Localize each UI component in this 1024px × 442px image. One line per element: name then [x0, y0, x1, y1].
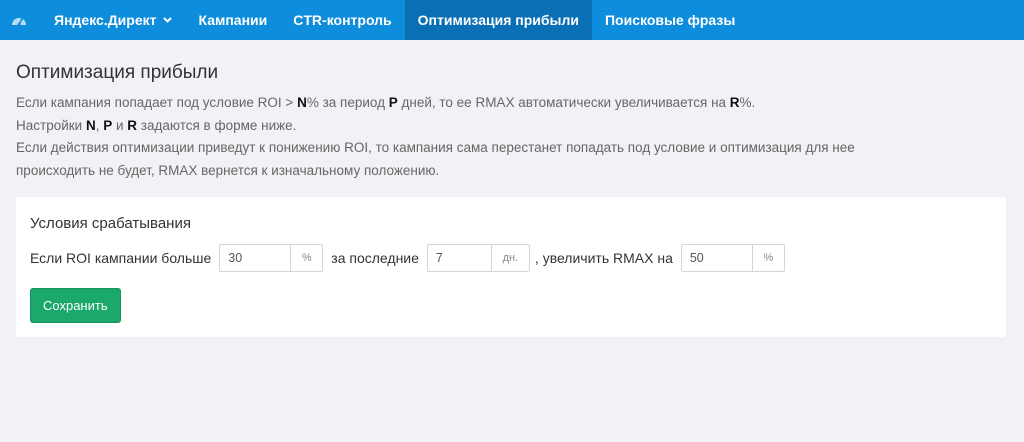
increase-input-group: %	[680, 244, 785, 272]
nav-item-ctr-control[interactable]: CTR-контроль	[280, 0, 404, 40]
roi-unit-addon: %	[290, 245, 323, 271]
chevron-down-icon	[163, 17, 173, 23]
nav-item-search-phrases[interactable]: Поисковые фразы	[592, 0, 748, 40]
nav-item-yandex-direct[interactable]: Яндекс.Директ	[38, 0, 185, 40]
nav-item-campaigns[interactable]: Кампании	[185, 0, 280, 40]
condition-row: Если ROI кампании больше % за последние …	[30, 244, 992, 272]
description-line: происходить не будет, RMAX вернется к из…	[16, 162, 440, 178]
description-line: Если кампания попадает под условие ROI >…	[16, 95, 756, 110]
period-input-group: дн.	[426, 244, 530, 272]
nav-item-label: Кампании	[198, 12, 268, 28]
description-line: Если действия оптимизации приведут к пон…	[16, 140, 855, 155]
nav-item-label: Оптимизация прибыли	[417, 12, 579, 28]
roi-label: Если ROI кампании больше	[30, 250, 212, 266]
nav-item-label: CTR-контроль	[293, 12, 392, 28]
main-content: Оптимизация прибыли Если кампания попада…	[0, 40, 1024, 337]
page-description: Если кампания попадает под условие ROI >…	[16, 92, 1008, 182]
roi-threshold-input[interactable]	[220, 245, 291, 271]
nav-item-label: Поисковые фразы	[604, 12, 736, 28]
period-label: за последние	[331, 250, 419, 266]
roi-input-group: %	[219, 244, 324, 272]
nav-item-label: Яндекс.Директ	[54, 12, 157, 28]
increase-unit-addon: %	[751, 245, 784, 271]
period-unit-addon: дн.	[490, 245, 529, 271]
rmax-increase-input[interactable]	[681, 245, 752, 271]
panel-title: Условия срабатывания	[30, 215, 191, 232]
description-line: Настройки N, P и R задаются в форме ниже…	[16, 117, 297, 133]
save-button[interactable]: Сохранить	[30, 288, 121, 323]
nav-item-profit-optimization[interactable]: Оптимизация прибыли	[404, 0, 592, 40]
trigger-conditions-panel: Условия срабатывания Если ROI кампании б…	[16, 197, 1006, 337]
dashboard-icon[interactable]	[0, 0, 38, 40]
period-days-input[interactable]	[427, 245, 491, 271]
top-navbar: Яндекс.Директ Кампании CTR-контроль Опти…	[0, 0, 1024, 40]
increase-label: , увеличить RMAX на	[534, 250, 673, 266]
page-title: Оптимизация прибыли	[16, 62, 219, 83]
